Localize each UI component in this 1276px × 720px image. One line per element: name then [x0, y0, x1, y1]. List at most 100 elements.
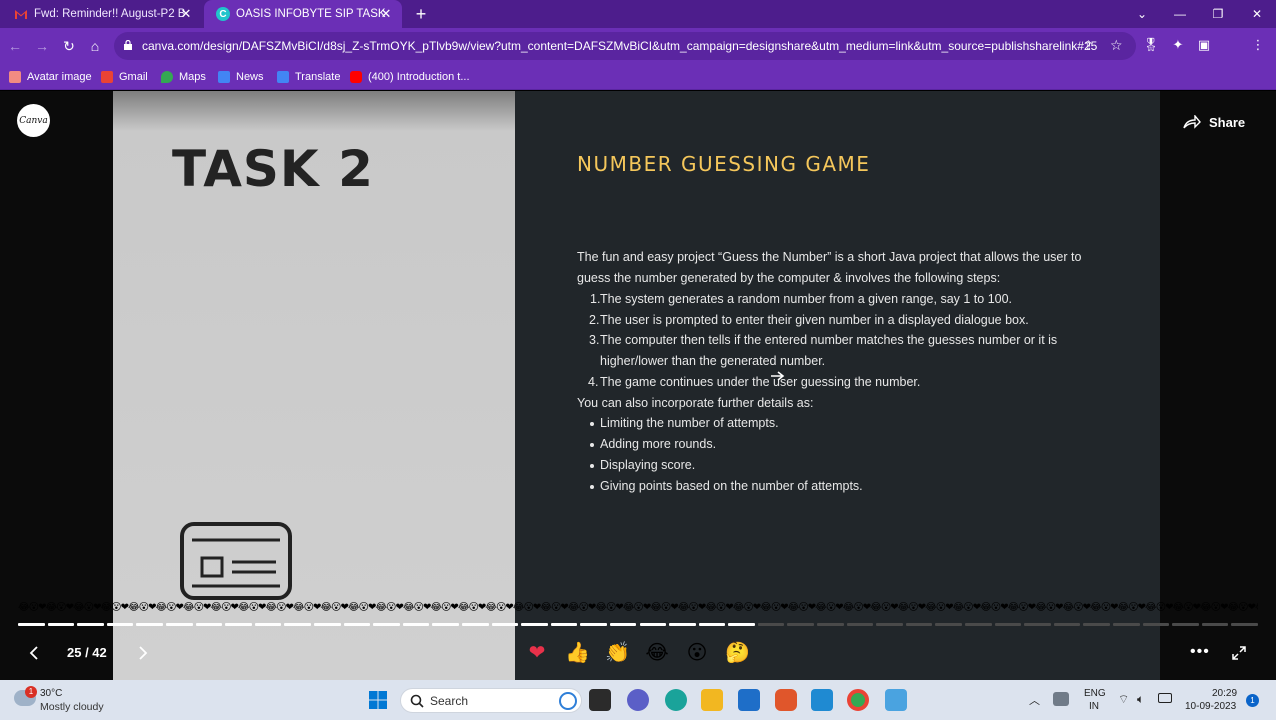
more-options-icon[interactable]: ••• — [1190, 643, 1210, 661]
heart-icon[interactable]: ❤ — [525, 641, 549, 665]
progress-segment[interactable] — [402, 623, 430, 626]
progress-segment[interactable] — [1231, 623, 1258, 626]
vscode-icon[interactable] — [811, 689, 833, 711]
progress-segment[interactable] — [846, 623, 874, 626]
surprised-icon[interactable]: 😮 — [685, 641, 709, 665]
progress-segment[interactable] — [521, 623, 548, 626]
windows-start-icon[interactable] — [368, 690, 388, 710]
progress-segment[interactable] — [373, 623, 400, 626]
tab-search-chevron-icon[interactable]: ⌄ — [1132, 4, 1152, 24]
thinking-icon[interactable]: 🤔 — [725, 641, 750, 665]
forward-icon[interactable]: → — [32, 36, 52, 56]
brave-icon[interactable] — [775, 689, 797, 711]
progress-segment[interactable] — [609, 623, 637, 626]
progress-segment[interactable] — [550, 623, 578, 626]
extension-badge-icon[interactable]: 🎖 — [1142, 36, 1160, 54]
progress-segment[interactable] — [698, 623, 726, 626]
tray-chevron-up-icon[interactable]: ︿ — [1029, 692, 1040, 708]
weather-widget[interactable]: 1 30°C Mostly cloudy — [14, 686, 124, 716]
bookmark-news[interactable]: News — [218, 69, 264, 85]
progress-segment[interactable] — [254, 623, 282, 626]
extensions-puzzle-icon[interactable]: ✦ — [1169, 36, 1187, 54]
minimize-icon[interactable]: — — [1170, 4, 1190, 24]
progress-segment[interactable] — [1083, 623, 1111, 626]
thumbs-up-icon[interactable]: 👍 — [565, 641, 590, 665]
close-icon[interactable]: ✕ — [378, 6, 394, 22]
progress-segment[interactable] — [787, 623, 815, 626]
reload-icon[interactable]: ↻ — [59, 36, 79, 56]
bookmark-star-icon[interactable]: ☆ — [1110, 37, 1123, 54]
laugh-icon[interactable]: 😂 — [645, 641, 669, 665]
progress-segment[interactable] — [18, 623, 45, 626]
back-icon[interactable]: ← — [5, 36, 25, 56]
progress-segment[interactable] — [106, 623, 134, 626]
progress-segment[interactable] — [77, 623, 104, 626]
progress-segment[interactable] — [728, 623, 755, 626]
close-icon[interactable]: ✕ — [178, 6, 194, 22]
canva-logo[interactable]: Canva — [17, 104, 50, 137]
volume-icon[interactable]: 🔈︎ — [1137, 692, 1144, 707]
home-icon[interactable]: ⌂ — [85, 36, 105, 56]
window-close-icon[interactable]: ✕ — [1247, 4, 1267, 24]
bookmark-translate[interactable]: Translate — [277, 69, 340, 85]
menu-kebab-icon[interactable]: ⋮ — [1249, 36, 1267, 54]
progress-segment[interactable] — [1172, 623, 1199, 626]
progress-segment[interactable] — [817, 623, 844, 626]
language-line-1[interactable]: ENG — [1084, 688, 1106, 699]
progress-segment[interactable] — [669, 623, 696, 626]
wifi-icon[interactable]: ⌔ — [1118, 692, 1129, 707]
slide-progress-bar[interactable] — [18, 623, 1258, 626]
progress-segment[interactable] — [165, 623, 193, 626]
progress-segment[interactable] — [136, 623, 163, 626]
bookmark-youtube[interactable]: (400) Introduction t... — [350, 69, 470, 85]
bookmark-gmail[interactable]: Gmail — [101, 69, 148, 85]
progress-segment[interactable] — [1024, 623, 1051, 626]
progress-segment[interactable] — [876, 623, 903, 626]
clap-icon[interactable]: 👏 — [605, 641, 630, 665]
battery-icon[interactable] — [1158, 693, 1172, 703]
restore-icon[interactable]: ❐ — [1208, 4, 1228, 24]
progress-segment[interactable] — [491, 623, 519, 626]
bookmark-maps[interactable]: Maps — [161, 69, 206, 85]
progress-segment[interactable] — [461, 623, 489, 626]
progress-segment[interactable] — [1142, 623, 1170, 626]
share-button[interactable]: Share — [1183, 110, 1253, 134]
task-view-icon[interactable] — [589, 689, 611, 711]
tab-canva[interactable]: C OASIS INFOBYTE SIP TASK LIST ✕ — [204, 0, 402, 28]
share-page-icon[interactable]: ⇪ — [1083, 38, 1094, 54]
progress-segment[interactable] — [195, 623, 223, 626]
previous-slide-icon[interactable] — [28, 646, 40, 660]
notification-badge[interactable]: 1 — [1246, 694, 1259, 707]
progress-segment[interactable] — [580, 623, 607, 626]
taskbar-search[interactable]: Search — [400, 688, 582, 713]
address-bar[interactable]: canva.com/design/DAFSZMvBiCI/d8sj_Z-sTrm… — [114, 32, 1136, 60]
progress-segment[interactable] — [225, 623, 252, 626]
progress-segment[interactable] — [905, 623, 933, 626]
bookmark-avatar-image[interactable]: Avatar image — [9, 69, 92, 85]
snipping-tool-icon[interactable] — [885, 689, 907, 711]
progress-segment[interactable] — [1053, 623, 1081, 626]
progress-segment[interactable] — [757, 623, 785, 626]
side-panel-icon[interactable]: ▣ — [1195, 36, 1213, 54]
progress-segment[interactable] — [284, 623, 311, 626]
progress-segment[interactable] — [965, 623, 992, 626]
progress-segment[interactable] — [1201, 623, 1229, 626]
fullscreen-icon[interactable] — [1232, 646, 1246, 660]
edge-icon[interactable] — [665, 689, 687, 711]
next-slide-icon[interactable] — [137, 646, 149, 660]
progress-segment[interactable] — [343, 623, 371, 626]
progress-segment[interactable] — [994, 623, 1022, 626]
clock-time[interactable]: 20:29 — [1212, 688, 1237, 699]
file-explorer-icon[interactable] — [701, 689, 723, 711]
progress-segment[interactable] — [1113, 623, 1140, 626]
progress-segment[interactable] — [639, 623, 667, 626]
progress-segment[interactable] — [935, 623, 963, 626]
tab-gmail[interactable]: Fwd: Reminder!! August-P2 Batch ✕ — [2, 0, 202, 28]
chrome-icon[interactable] — [847, 689, 869, 711]
new-tab-button[interactable]: + — [411, 4, 431, 24]
mail-icon[interactable] — [738, 689, 760, 711]
progress-segment[interactable] — [313, 623, 341, 626]
tray-app-icon[interactable] — [1053, 692, 1069, 706]
progress-segment[interactable] — [432, 623, 459, 626]
teams-chat-icon[interactable] — [627, 689, 649, 711]
